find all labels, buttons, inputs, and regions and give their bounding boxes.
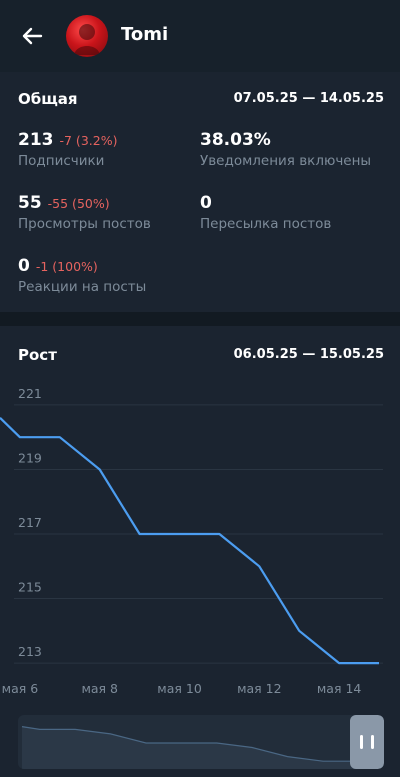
chart-navigator[interactable] [18, 715, 384, 769]
stat-label: Пересылка постов [200, 216, 332, 232]
stat-value: 38.03% [200, 130, 271, 150]
stat-value: 55 [18, 193, 42, 213]
growth-title: Рост [18, 346, 57, 364]
back-arrow-icon [22, 27, 43, 45]
navigator-area [22, 726, 362, 769]
growth-section: Рост 06.05.25 — 15.05.25 221 219 217 215 213… [0, 326, 400, 777]
back-button[interactable] [16, 22, 48, 50]
y-tick-label: 217 [18, 515, 42, 530]
stat-label: Подписчики [18, 153, 105, 169]
stat-post-views: 55 -55 (50%) Просмотры постов [18, 193, 151, 232]
y-tick-label: 215 [18, 580, 42, 595]
section-divider [0, 312, 400, 326]
y-tick-label: 221 [18, 386, 42, 401]
x-tick-label: мая 8 [81, 681, 118, 696]
x-tick-label: мая 14 [317, 681, 362, 696]
stat-value: 0 [200, 193, 212, 213]
channel-name[interactable]: Tomi [121, 24, 168, 45]
handle-grip-right [371, 735, 374, 749]
y-tick-label: 213 [18, 644, 42, 659]
handle-grip-left [360, 735, 363, 749]
stat-label: Уведомления включены [200, 153, 372, 169]
navigator-range-handle[interactable] [350, 715, 384, 769]
stat-subscribers: 213 -7 (3.2%) Подписчики [18, 130, 117, 169]
header: Tomi [0, 0, 400, 72]
stat-delta: -1 (100%) [35, 259, 98, 274]
series-line [0, 417, 379, 665]
stat-notifications: 38.03% Уведомления включены [200, 130, 371, 169]
navigator-preview [21, 726, 362, 769]
stat-value: 213 [18, 130, 54, 150]
stat-label: Просмотры постов [18, 216, 151, 232]
x-tick-label: мая 12 [237, 681, 282, 696]
stat-label: Реакции на посты [18, 279, 147, 295]
stat-post-reactions: 0 -1 (100%) Реакции на посты [18, 256, 146, 295]
overview-section: Общая 07.05.25 — 14.05.25 213 -7 (3.2%) … [0, 72, 400, 312]
overview-title: Общая [18, 90, 78, 108]
stat-post-shares: 0 Пересылка постов [200, 193, 331, 232]
stat-delta: -55 (50%) [47, 196, 110, 211]
growth-chart[interactable]: 221 219 217 215 213 мая 6 мая 8 мая 10 мая 12 мая… [0, 376, 400, 706]
x-tick-label: мая 6 [2, 681, 39, 696]
stat-delta: -7 (3.2%) [59, 133, 118, 148]
y-tick-label: 219 [18, 450, 42, 465]
overview-date-range: 07.05.25 — 14.05.25 [233, 91, 384, 106]
x-tick-label: мая 10 [157, 681, 202, 696]
avatar[interactable] [66, 15, 108, 57]
growth-date-range: 06.05.25 — 15.05.25 [233, 347, 384, 362]
avatar-image [74, 24, 100, 55]
stat-value: 0 [18, 256, 30, 276]
growth-chart-svg: 221 219 217 215 213 мая 6 мая 8 мая 10 мая 12 мая… [0, 386, 383, 696]
